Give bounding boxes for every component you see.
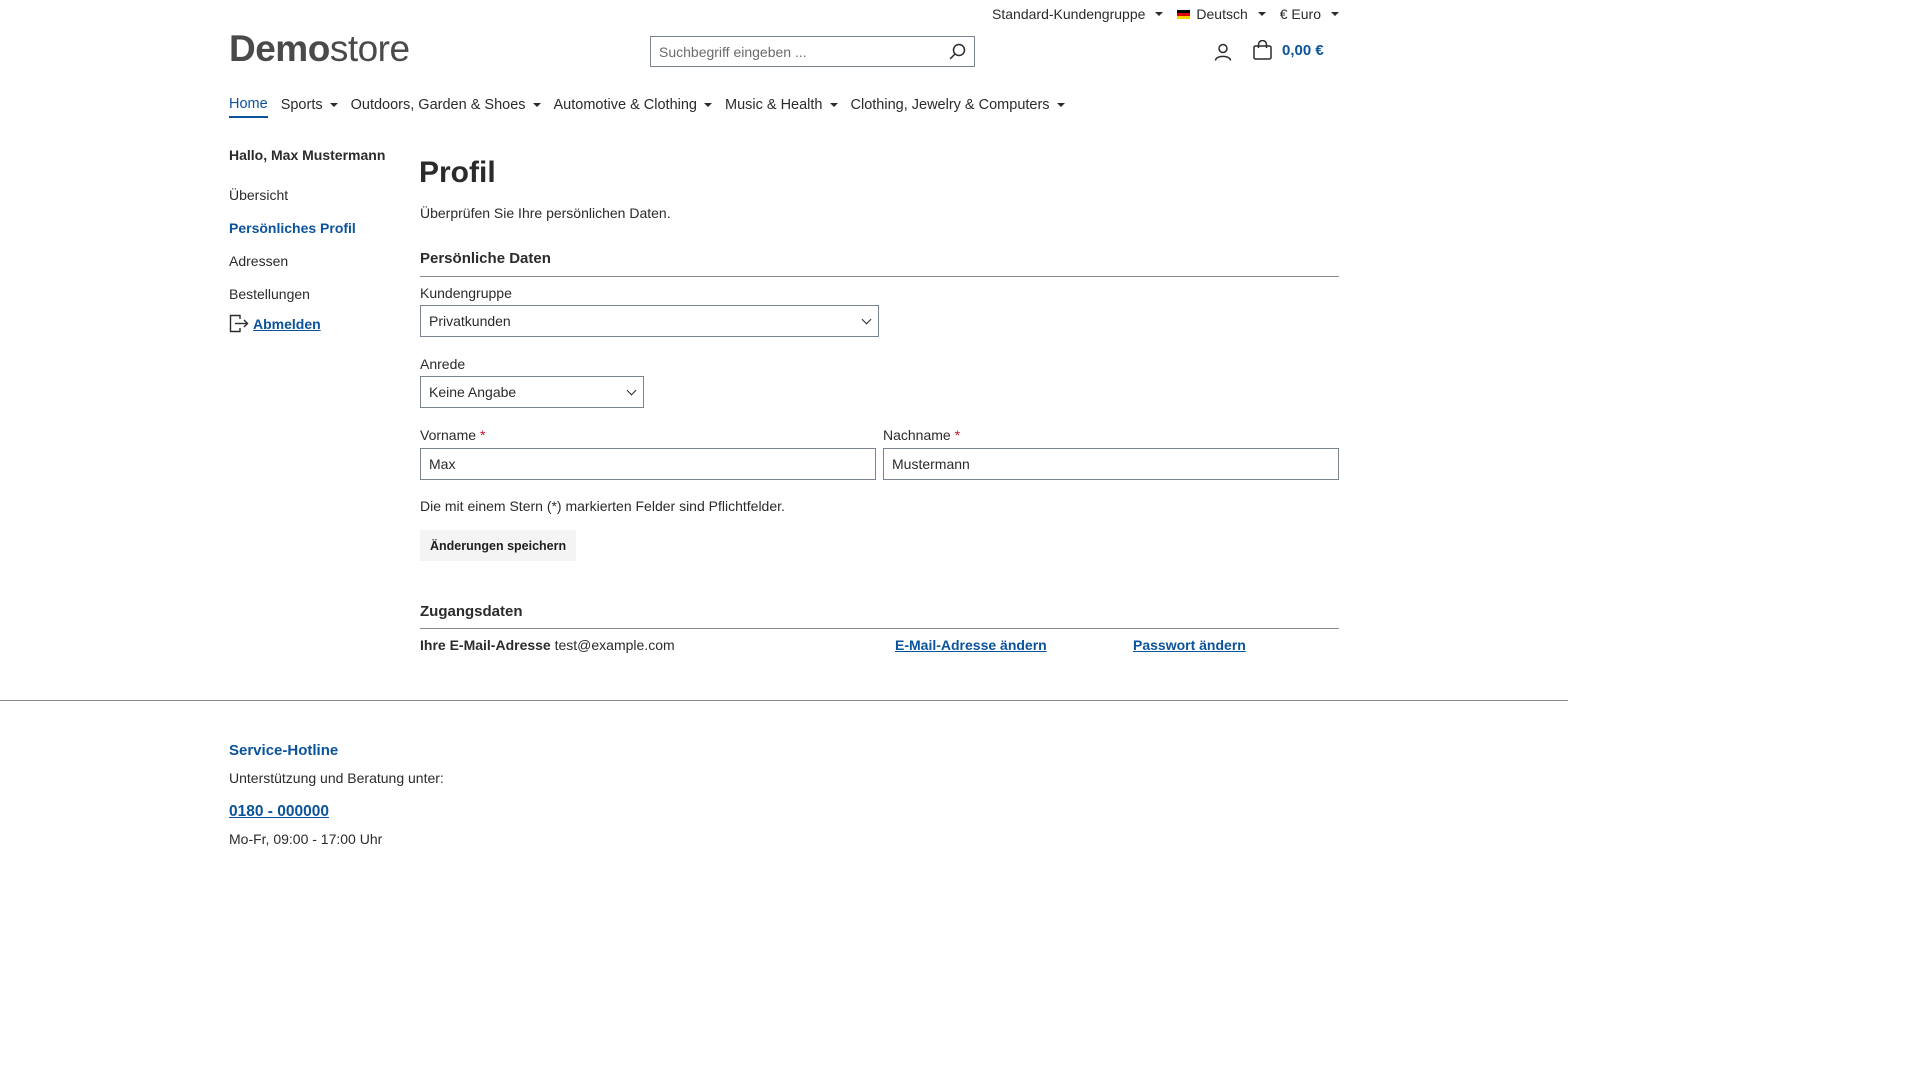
hotline-phone-link[interactable]: 0180 - 000000	[229, 803, 329, 821]
nav-item-label: Home	[229, 96, 268, 112]
change-password-link[interactable]: Passwort ändern	[1133, 637, 1246, 653]
account-button[interactable]	[1214, 43, 1232, 66]
user-icon	[1214, 43, 1232, 61]
lastname-field-label: Nachname *	[883, 427, 960, 443]
logout-link[interactable]: Abmelden	[229, 314, 321, 333]
hotline-title: Service-Hotline	[229, 742, 339, 759]
nav-item-label: Clothing, Jewelry & Computers	[850, 97, 1050, 113]
chevron-down-icon	[861, 314, 872, 324]
email-value: test@example.com	[554, 637, 675, 653]
nav-item-label: Automotive & Clothing	[553, 97, 697, 113]
language-label: Deutsch	[1196, 6, 1248, 22]
change-email-link[interactable]: E-Mail-Adresse ändern	[895, 637, 1047, 653]
nav-item-outdoors[interactable]: Outdoors, Garden & Shoes	[351, 96, 541, 118]
main-nav: Home Sports Outdoors, Garden & Shoes Aut…	[229, 96, 1065, 118]
lastname-field[interactable]: Mustermann	[883, 448, 1339, 480]
firstname-field-label: Vorname *	[420, 427, 485, 443]
cart-button[interactable]: 0,00 €	[1253, 40, 1324, 60]
customer-group-label: Standard-Kundengruppe	[992, 6, 1146, 22]
search-bar	[650, 36, 975, 67]
firstname-label-text: Vorname	[420, 427, 477, 443]
shopping-bag-icon	[1253, 40, 1272, 60]
save-changes-button[interactable]: Änderungen speichern	[420, 530, 577, 561]
nav-item-music[interactable]: Music & Health	[725, 96, 838, 118]
nav-item-sports[interactable]: Sports	[281, 96, 338, 118]
account-greeting: Hallo, Max Mustermann	[229, 147, 386, 163]
caret-down-icon	[1257, 12, 1266, 16]
required-fields-note: Die mit einem Stern (*) markierten Felde…	[420, 498, 785, 514]
sidebar-item-addresses[interactable]: Adressen	[229, 252, 356, 285]
salutation-select[interactable]: Keine Angabe	[420, 376, 644, 408]
sidebar-item-overview[interactable]: Übersicht	[229, 186, 356, 219]
caret-down-icon	[1331, 12, 1339, 16]
currency-dropdown[interactable]: € Euro	[1280, 6, 1339, 22]
page-subtitle: Überprüfen Sie Ihre persönlichen Daten.	[420, 205, 671, 221]
search-input[interactable]	[651, 37, 940, 66]
customer-group-dropdown[interactable]: Standard-Kundengruppe	[992, 6, 1164, 22]
section-divider	[420, 276, 1339, 277]
caret-down-icon	[703, 103, 712, 107]
lastname-label-text: Nachname	[883, 427, 951, 443]
customer-group-select[interactable]: Privatkunden	[420, 305, 879, 337]
firstname-field[interactable]: Max	[420, 448, 876, 480]
cart-total: 0,00 €	[1282, 41, 1324, 59]
search-icon	[949, 43, 965, 60]
caret-down-icon	[329, 103, 338, 107]
nav-item-label: Music & Health	[724, 97, 823, 113]
nav-item-label: Sports	[280, 97, 323, 113]
logout-label: Abmelden	[253, 315, 321, 332]
caret-down-icon	[829, 103, 838, 107]
required-marker: *	[954, 427, 961, 443]
logo-light-text: store	[329, 28, 410, 69]
footer-divider	[0, 700, 1568, 701]
salutation-field-label: Anrede	[420, 356, 466, 372]
sidebar-item-profile[interactable]: Persönliches Profil	[229, 219, 356, 252]
nav-item-label: Outdoors, Garden & Shoes	[350, 97, 526, 113]
access-data-heading: Zugangsdaten	[420, 603, 523, 620]
logo-bold-text: Demo	[229, 28, 330, 69]
caret-down-icon	[1155, 12, 1164, 16]
lastname-value: Mustermann	[892, 456, 970, 472]
email-label: Ihre E-Mail-Adresse	[420, 637, 551, 653]
customer-group-field-label: Kundengruppe	[420, 285, 512, 301]
personal-data-heading: Persönliche Daten	[420, 250, 551, 267]
chevron-down-icon	[626, 385, 637, 395]
store-logo[interactable]: Demostore	[229, 28, 410, 70]
required-marker: *	[479, 427, 486, 443]
firstname-value: Max	[429, 456, 456, 472]
account-sidebar: Übersicht Persönliches Profil Adressen B…	[229, 186, 356, 318]
nav-item-automotive[interactable]: Automotive & Clothing	[554, 96, 712, 118]
salutation-value: Keine Angabe	[429, 384, 517, 400]
section-divider	[420, 628, 1339, 629]
search-button[interactable]	[940, 37, 974, 66]
customer-group-value: Privatkunden	[429, 313, 511, 329]
caret-down-icon	[1056, 103, 1065, 107]
nav-item-home[interactable]: Home	[229, 96, 268, 118]
german-flag-icon	[1177, 9, 1191, 19]
hotline-subtitle: Unterstützung und Beratung unter:	[229, 770, 444, 786]
currency-label: € Euro	[1279, 6, 1321, 22]
page-title: Profil	[419, 156, 496, 189]
logout-icon	[229, 314, 249, 333]
nav-item-clothing-jewelry[interactable]: Clothing, Jewelry & Computers	[851, 96, 1065, 118]
caret-down-icon	[532, 103, 541, 107]
language-dropdown[interactable]: Deutsch	[1177, 6, 1266, 22]
top-bar: Standard-Kundengruppe Deutsch € Euro	[992, 6, 1339, 22]
hotline-hours: Mo-Fr, 09:00 - 17:00 Uhr	[229, 831, 383, 847]
email-row: Ihre E-Mail-Adresse test@example.com	[420, 637, 675, 653]
